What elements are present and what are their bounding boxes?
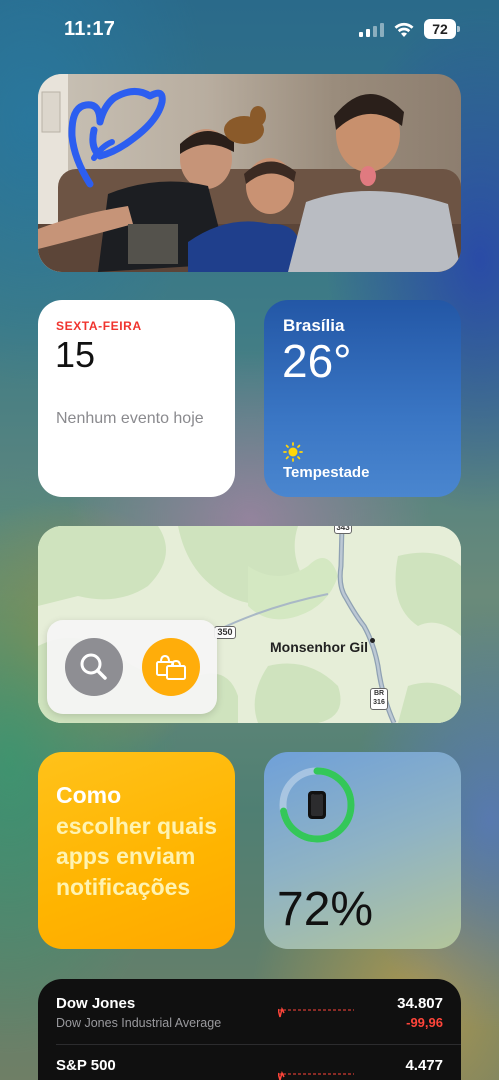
battery-percent: 72% [277, 883, 374, 936]
battery-ring [279, 767, 355, 843]
map-action-panel [47, 620, 217, 714]
stock-price: 34.807 [397, 995, 443, 1012]
tips-body-text: escolher quais apps enviam notificações [56, 812, 218, 900]
weather-widget[interactable]: Brasília 26° Tempestade [264, 300, 461, 497]
photo-widget[interactable] [38, 74, 461, 272]
stock-symbol: Dow Jones [56, 995, 136, 1012]
magnifying-glass-icon [80, 653, 107, 680]
map-widget[interactable]: 343 350 BR 316 Monsenhor Gil [38, 526, 461, 723]
weather-temperature: 26° [282, 335, 352, 387]
stock-change: -99,96 [406, 1015, 443, 1030]
road-shield-343: 343 [334, 526, 352, 534]
tips-text: Como escolher quais apps enviam notifica… [56, 780, 226, 902]
stock-sparkline [278, 1070, 354, 1080]
stock-symbol: S&P 500 [56, 1057, 116, 1074]
calendar-widget[interactable]: SEXTA-FEIRA 15 Nenhum evento hoje [38, 300, 235, 497]
road-shield-350: 350 [214, 626, 236, 639]
road-shield-br316: BR 316 [370, 688, 388, 710]
clock-time: 11:17 [64, 18, 116, 40]
shopping-bag-icon [156, 654, 186, 680]
battery-icon: 72 [424, 19, 460, 39]
battery-level: 72 [424, 19, 456, 39]
stock-row[interactable]: S&P 500 4.477 [38, 1041, 461, 1080]
tips-widget[interactable]: Como escolher quais apps enviam notifica… [38, 752, 235, 949]
map-shopping-button[interactable] [142, 638, 200, 696]
calendar-events-text: Nenhum evento hoje [56, 410, 204, 427]
calendar-date: 15 [55, 334, 96, 375]
photo-image [38, 74, 461, 272]
status-bar: 11:17 72 [0, 0, 499, 60]
stock-sparkline [278, 1006, 354, 1018]
cellular-signal-icon [359, 23, 385, 37]
calendar-weekday: SEXTA-FEIRA [56, 319, 142, 333]
map-search-button[interactable] [65, 638, 123, 696]
stock-name: Dow Jones Industrial Average [56, 1016, 222, 1030]
weather-city: Brasília [283, 316, 345, 335]
stocks-widget[interactable]: Dow Jones Dow Jones Industrial Average 3… [38, 979, 461, 1080]
tips-accent-text: Como [56, 782, 122, 808]
battery-widget[interactable]: 72% [264, 752, 461, 949]
map-place-dot [370, 638, 375, 643]
sun-icon [283, 442, 303, 462]
weather-condition: Tempestade [283, 464, 370, 481]
stock-price: 4.477 [405, 1057, 443, 1074]
wifi-icon [394, 22, 414, 37]
map-place-label: Monsenhor Gil [270, 639, 368, 655]
stock-row[interactable]: Dow Jones Dow Jones Industrial Average 3… [38, 979, 461, 1045]
iphone-icon [308, 791, 326, 819]
